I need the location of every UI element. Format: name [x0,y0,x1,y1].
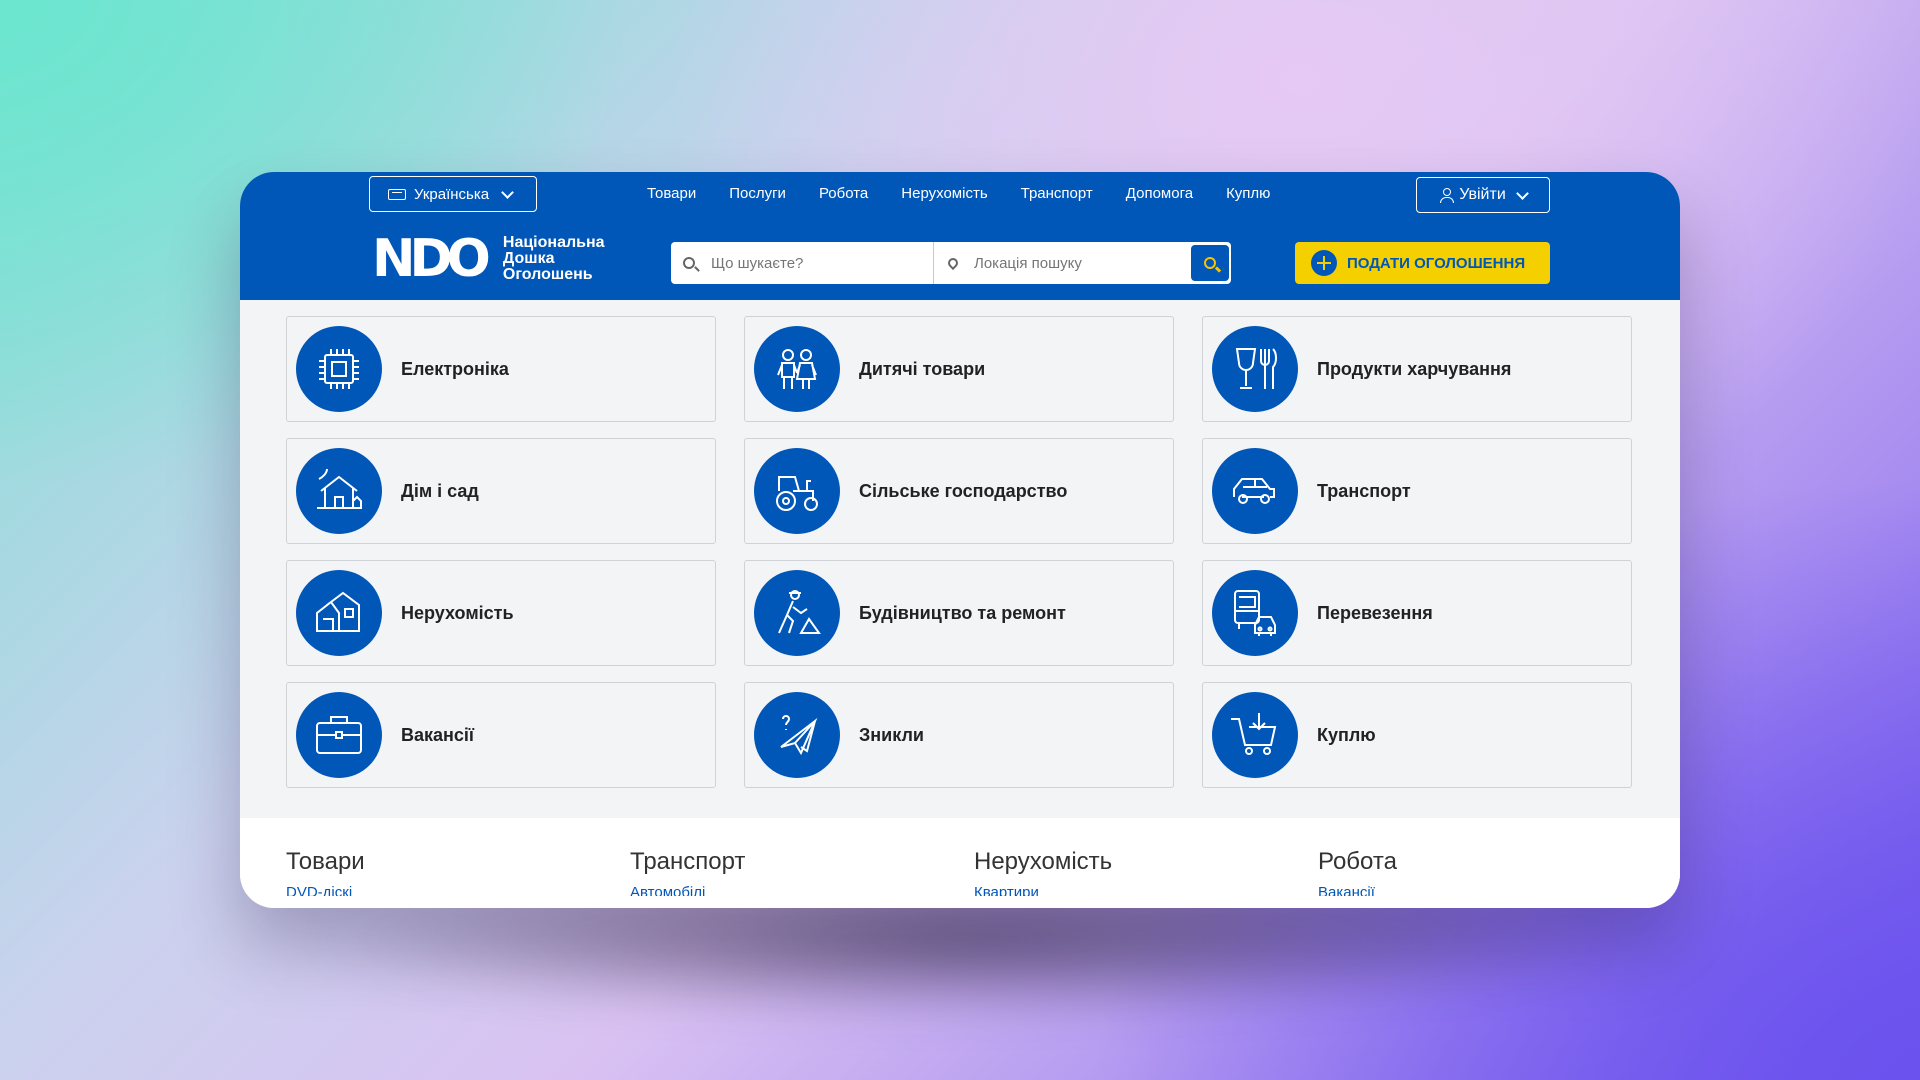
logo-line: Дошка [502,250,555,267]
language-selector[interactable]: Українська [369,176,537,212]
user-icon [1439,188,1455,203]
category-home-garden[interactable]: Дім і сад [286,438,716,544]
search-button[interactable] [1191,245,1229,281]
footer-column-real-estate: Нерухомість Квартири [974,848,1112,896]
logo-line: Національна [502,234,605,251]
plus-icon [1311,250,1337,276]
site-logo[interactable]: NDO Національна Дошка Оголошень [372,229,612,289]
category-buy[interactable]: Куплю [1202,682,1632,788]
category-label: Сільське господарство [859,480,1068,501]
nav-services[interactable]: Послуги [729,184,786,204]
car-icon [1212,448,1298,534]
language-label: Українська [414,185,490,203]
footer-column-goods: Товари DVD-дiскi [286,848,365,896]
category-lost[interactable]: Зникли [744,682,1174,788]
nav-buy[interactable]: Куплю [1226,184,1270,204]
chevron-down-icon [1515,186,1529,200]
category-electronics[interactable]: Електроніка [286,316,716,422]
footer-link[interactable]: Автомобілі [630,884,745,896]
category-label: Нерухомість [401,602,514,623]
search-divider [933,242,934,284]
category-label: Куплю [1317,724,1376,745]
category-label: Будівництво та ремонт [859,602,1066,623]
footer-link[interactable]: Квартири [974,884,1112,896]
nav-jobs[interactable]: Робота [819,184,868,204]
bus-car-icon [1212,570,1298,656]
category-label: Зникли [859,724,924,745]
site-header: Українська Товари Послуги Робота Нерухом… [240,172,1680,300]
footer-link[interactable]: Вакансії [1318,884,1397,896]
category-food[interactable]: Продукти харчування [1202,316,1632,422]
footer-heading: Робота [1318,848,1397,875]
location-pin-icon [945,255,961,271]
chip-icon [296,326,382,412]
tractor-icon [754,448,840,534]
construction-icon [754,570,840,656]
nav-real-estate[interactable]: Нерухомість [901,184,987,204]
category-agriculture[interactable]: Сільське господарство [744,438,1174,544]
footer-column-transport: Транспорт Автомобілі [630,848,745,896]
login-label: Увійти [1459,186,1506,203]
top-nav: Товари Послуги Робота Нерухомість Трансп… [647,184,1303,204]
category-label: Продукти харчування [1317,358,1512,379]
footer-link[interactable]: DVD-дiскi [286,884,365,896]
logo-mark: NDO [372,229,491,289]
nav-help[interactable]: Допомога [1126,184,1193,204]
category-label: Дитячі товари [859,358,986,379]
category-vacancies[interactable]: Вакансії [286,682,716,788]
briefcase-icon [296,692,382,778]
post-ad-button[interactable]: ПОДАТИ ОГОЛОШЕННЯ [1295,242,1550,284]
logo-line: Оголошень [502,266,593,283]
category-label: Електроніка [401,358,509,379]
category-label: Дім і сад [401,480,479,501]
children-icon [754,326,840,412]
browser-window: Українська Товари Послуги Робота Нерухом… [240,172,1680,908]
cart-icon [1212,692,1298,778]
category-label: Транспорт [1317,480,1411,501]
search-input[interactable] [709,253,933,273]
language-icon [388,188,406,200]
footer-column-jobs: Робота Вакансії [1318,848,1397,896]
location-input[interactable] [972,253,1156,273]
footer-heading: Товари [286,848,365,875]
search-bar [671,242,1231,284]
search-icon [1204,257,1216,269]
category-label: Перевезення [1317,602,1433,623]
category-construction[interactable]: Будівництво та ремонт [744,560,1174,666]
category-label: Вакансії [401,724,474,745]
search-icon [683,257,695,269]
login-button[interactable]: Увійти [1416,177,1550,213]
footer-heading: Транспорт [630,848,746,875]
category-real-estate[interactable]: Нерухомість [286,560,716,666]
category-transport[interactable]: Транспорт [1202,438,1632,544]
nav-transport[interactable]: Транспорт [1021,184,1093,204]
category-shipping[interactable]: Перевезення [1202,560,1632,666]
nav-goods[interactable]: Товари [647,184,696,204]
footer-links: Товари DVD-дiскi Транспорт Автомобілі Не… [240,818,1680,908]
logo-text: Національна Дошка Оголошень [503,235,605,283]
lost-plane-icon [754,692,840,778]
real-estate-icon [296,570,382,656]
post-ad-label: ПОДАТИ ОГОЛОШЕННЯ [1347,254,1526,272]
chevron-down-icon [501,185,514,199]
footer-heading: Нерухомість [974,848,1113,875]
food-icon [1212,326,1298,412]
category-kids[interactable]: Дитячі товари [744,316,1174,422]
house-garden-icon [296,448,382,534]
